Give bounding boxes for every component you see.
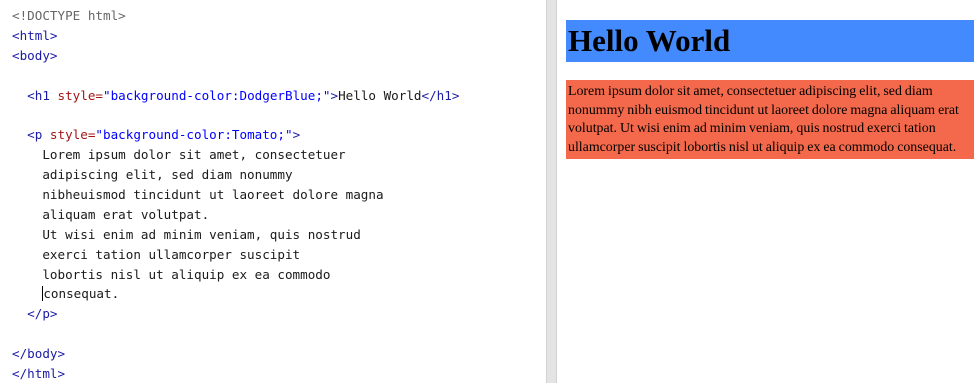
code-line-p-open: <p style="background-color:Tomato;"> — [12, 125, 546, 145]
code-line-p-text: Lorem ipsum dolor sit amet, consectetuer — [12, 145, 546, 165]
code-line-body-close: </body> — [12, 344, 546, 364]
code-line-p-text: adipiscing elit, sed diam nonummy — [12, 165, 546, 185]
h1-open-close: > — [330, 87, 339, 103]
preview-paragraph: Lorem ipsum dolor sit amet, consectetuer… — [566, 80, 974, 159]
code-line-p-close: </p> — [12, 304, 546, 324]
code-line-p-text: aliquam erat volutpat. — [12, 205, 546, 225]
h1-open-tag: <h1 — [27, 87, 58, 103]
code-line-h1: <h1 style="background-color:DodgerBlue;"… — [12, 86, 546, 106]
code-line-p-text: consequat. — [12, 284, 546, 304]
p-close-tag: </p> — [27, 306, 58, 322]
code-line-p-text: lobortis nisl ut aliquip ex ea commodo — [12, 265, 546, 285]
h1-text: Hello World — [338, 87, 422, 103]
code-line-doctype: <!DOCTYPE html> — [12, 6, 546, 26]
html-close-tag: </html> — [12, 366, 66, 382]
code-line-body-open: <body> — [12, 46, 546, 66]
p-text-line: exerci tation ullamcorper suscipit — [42, 246, 301, 262]
h1-attr-name: style= — [57, 87, 104, 103]
doctype-token: <!DOCTYPE html> — [12, 8, 126, 23]
code-line-p-text: nibheuismod tincidunt ut laoreet dolore … — [12, 185, 546, 205]
p-attr-value: "background-color:Tomato;" — [95, 127, 293, 143]
p-text-line: consequat. — [43, 286, 120, 302]
p-text-line: aliquam erat volutpat. — [42, 206, 210, 222]
body-close-tag: </body> — [12, 346, 66, 362]
p-text-line: adipiscing elit, sed diam nonummy — [42, 167, 293, 183]
result-preview: Hello World Lorem ipsum dolor sit amet, … — [557, 0, 974, 383]
p-attr-name: style= — [49, 127, 96, 143]
p-text-line: lobortis nisl ut aliquip ex ea commodo — [42, 266, 331, 282]
preview-heading: Hello World — [566, 20, 974, 62]
pane-splitter[interactable] — [546, 0, 557, 383]
h1-attr-value: "background-color:DodgerBlue;" — [103, 87, 331, 103]
h1-close-tag: </h1> — [421, 87, 460, 103]
code-line-html-close: </html> — [12, 364, 546, 383]
code-editor[interactable]: <!DOCTYPE html> <html> <body> <h1 style=… — [0, 0, 546, 383]
p-text-line: nibheuismod tincidunt ut laoreet dolore … — [42, 187, 384, 203]
code-line-p-text: Ut wisi enim ad minim veniam, quis nostr… — [12, 225, 546, 245]
p-text-line: Lorem ipsum dolor sit amet, consectetuer — [42, 147, 346, 163]
code-line-html-open: <html> — [12, 26, 546, 46]
html-editor-app: <!DOCTYPE html> <html> <body> <h1 style=… — [0, 0, 974, 383]
code-line-p-text: exerci tation ullamcorper suscipit — [12, 245, 546, 265]
p-open-tag: <p — [27, 127, 50, 143]
p-text-line: Ut wisi enim ad minim veniam, quis nostr… — [42, 226, 361, 242]
html-open-tag: <html> — [12, 27, 58, 43]
p-open-close: > — [292, 127, 301, 143]
body-open-tag: <body> — [12, 47, 58, 63]
